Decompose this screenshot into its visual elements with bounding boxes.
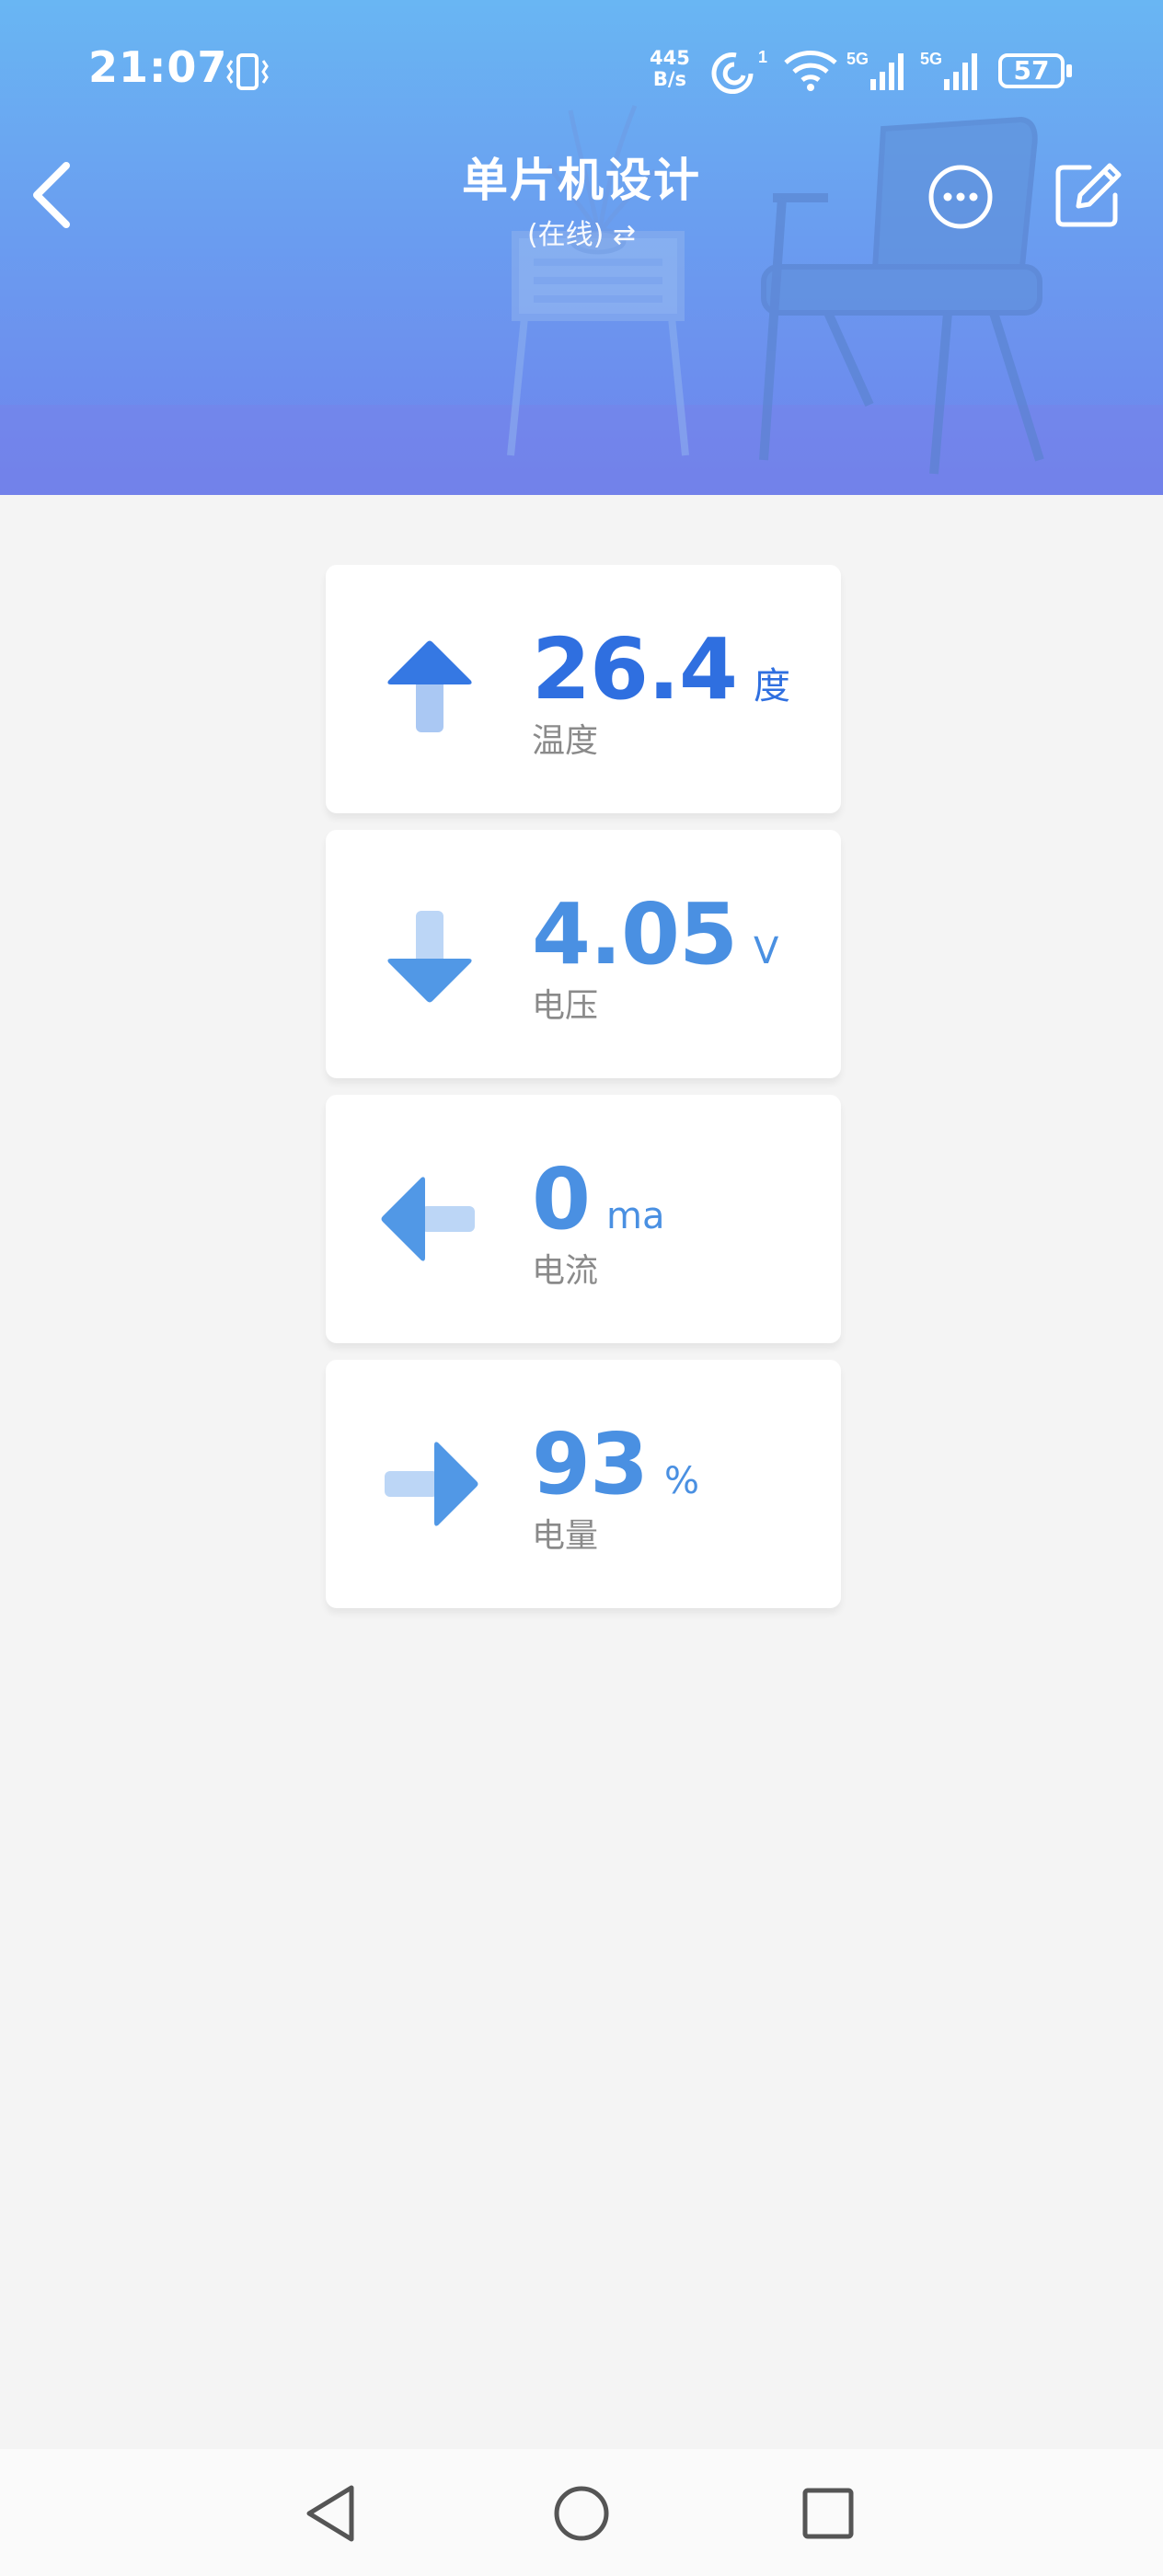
vibrate-icon: [226, 53, 269, 90]
arrow-up-icon: [387, 640, 472, 732]
voltage-card[interactable]: 4.05 V 电压: [326, 830, 841, 1078]
status-time: 21:07: [88, 42, 228, 92]
current-value: 0: [532, 1150, 591, 1248]
current-card[interactable]: 0 ma 电流: [326, 1095, 841, 1343]
voltage-value: 4.05: [532, 885, 738, 983]
voltage-value-row: 4.05 V: [532, 885, 778, 983]
voltage-label: 电压: [532, 987, 599, 1025]
edit-button[interactable]: [1051, 158, 1124, 232]
more-icon: [928, 165, 993, 229]
page-title: 单片机设计: [462, 154, 701, 207]
temperature-unit: 度: [754, 665, 790, 707]
network-speed-unit: B/s: [652, 68, 687, 90]
network-speed: 445 B/s: [650, 48, 690, 90]
current-unit: ma: [606, 1195, 665, 1237]
nav-back-button[interactable]: [296, 2477, 370, 2550]
back-button[interactable]: [24, 156, 79, 234]
chevron-left-icon: [33, 162, 70, 228]
hotspot-icon: 1: [711, 48, 767, 94]
nav-recents-button[interactable]: [791, 2477, 865, 2550]
circle-home-icon: [554, 2486, 609, 2541]
connection-status: (在线) ⇄: [526, 219, 637, 251]
signal-5g-icon: 5G: [846, 50, 904, 90]
battery-level: 57: [1013, 55, 1050, 86]
device-header: 21:07 445 B/s 1 5G 5G 57 单片机设计 (在线) ⇄: [0, 0, 1163, 495]
nav-home-button[interactable]: [545, 2477, 618, 2550]
square-recents-icon: [802, 2488, 854, 2539]
voltage-unit: V: [754, 930, 779, 972]
battery-value-row: 93%: [532, 1415, 699, 1513]
current-label: 电流: [532, 1252, 599, 1290]
arrow-left-icon: [381, 1177, 475, 1261]
svg-text:5G: 5G: [846, 50, 869, 68]
battery-card[interactable]: 93% 电量: [326, 1360, 841, 1608]
battery-label: 电量: [532, 1517, 599, 1555]
signal-5g-icon: 5G: [920, 50, 977, 90]
svg-text:5G: 5G: [920, 50, 942, 68]
edit-icon: [1055, 163, 1122, 227]
status-bar: 21:07 445 B/s 1 5G 5G 57: [0, 0, 1163, 138]
header-title-group: 单片机设计 (在线) ⇄: [305, 144, 858, 252]
temperature-value-row: 26.4 度: [532, 620, 790, 719]
system-navigation-bar: [0, 2449, 1163, 2576]
arrow-right-icon: [385, 1442, 478, 1526]
sensor-card-list: 26.4 度 温度 4.05 V 电压 0 ma 电流 93% 电量: [326, 565, 841, 1625]
wifi-icon: [784, 51, 837, 91]
battery-nub: [1066, 64, 1072, 77]
arrow-down-icon: [387, 911, 472, 1003]
network-speed-value: 445: [650, 47, 690, 69]
temperature-value: 26.4: [532, 620, 738, 719]
svg-text:1: 1: [758, 48, 767, 66]
battery-value: 93: [532, 1415, 649, 1513]
temperature-card[interactable]: 26.4 度 温度: [326, 565, 841, 813]
current-value-row: 0 ma: [532, 1150, 665, 1248]
more-options-button[interactable]: [926, 162, 996, 232]
battery-icon: 57: [998, 53, 1065, 88]
temperature-label: 温度: [532, 722, 599, 760]
battery-unit: %: [664, 1460, 700, 1502]
triangle-back-icon: [306, 2485, 354, 2542]
